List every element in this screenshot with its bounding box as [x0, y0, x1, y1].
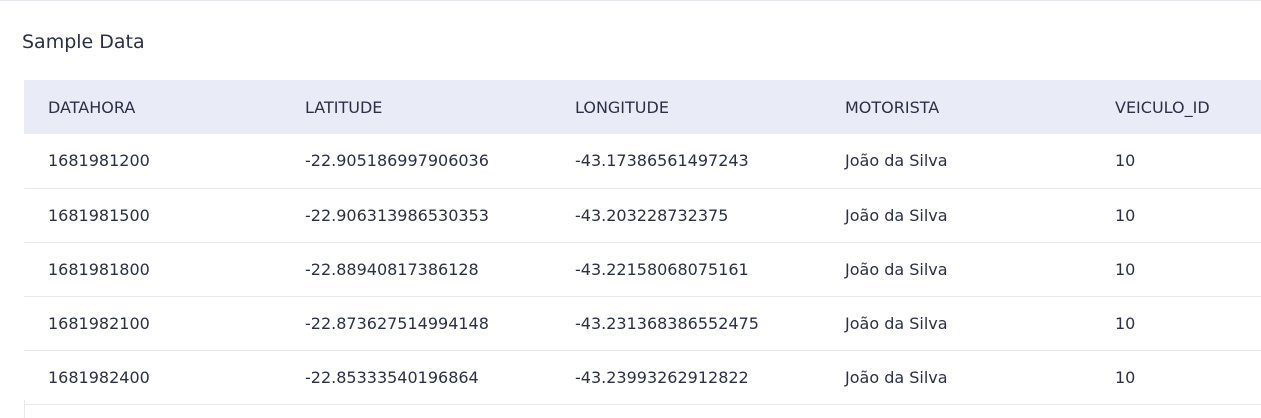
column-header-longitude[interactable]: LONGITUDE	[551, 80, 821, 134]
table-cell: 10	[1115, 205, 1136, 225]
table-cell: -22.88940817386128	[305, 259, 479, 279]
table-cell: -22.85333540196864	[305, 367, 479, 387]
table-cell: 1681982100	[48, 313, 150, 333]
table-cell: -22.905186997906036	[305, 151, 489, 171]
table-row: 1681982100 -22.873627514994148 -43.23136…	[24, 296, 1261, 350]
table-cell: João da Silva	[845, 205, 948, 225]
table-cell: -43.22158068075161	[575, 259, 749, 279]
table-header-row: DATAHORA LATITUDE LONGITUDE MOTORISTA VE…	[24, 80, 1261, 134]
table-row: 1681981200 -22.905186997906036 -43.17386…	[24, 134, 1261, 188]
table-cell: 1681981800	[48, 259, 150, 279]
table-row: 1681981500 -22.906313986530353 -43.20322…	[24, 188, 1261, 242]
column-header-veiculo-id[interactable]: VEICULO_ID	[1091, 80, 1261, 134]
table-cell: 1681982400	[48, 367, 150, 387]
table-cell: 10	[1115, 151, 1136, 171]
table-cell: João da Silva	[845, 151, 948, 171]
table-cell: 10	[1115, 367, 1136, 387]
sample-data-table: DATAHORA LATITUDE LONGITUDE MOTORISTA VE…	[24, 80, 1261, 405]
table-cell: João da Silva	[845, 259, 948, 279]
sample-data-table-container: DATAHORA LATITUDE LONGITUDE MOTORISTA VE…	[24, 80, 1261, 418]
table-cell: 1681981200	[48, 151, 150, 171]
column-header-latitude[interactable]: LATITUDE	[281, 80, 551, 134]
section-title: Sample Data	[22, 31, 145, 53]
table-cell: João da Silva	[845, 313, 948, 333]
table-cell: 10	[1115, 259, 1136, 279]
table-left-edge	[24, 400, 25, 418]
table-cell: João da Silva	[845, 367, 948, 387]
table-row: 1681981800 -22.88940817386128 -43.221580…	[24, 242, 1261, 296]
column-header-datahora[interactable]: DATAHORA	[24, 80, 281, 134]
table-cell: -22.873627514994148	[305, 313, 489, 333]
table-cell: -43.231368386552475	[575, 313, 759, 333]
table-cell: -22.906313986530353	[305, 205, 489, 225]
table-cell: -43.23993262912822	[575, 367, 749, 387]
table-cell: -43.203228732375	[575, 205, 729, 225]
table-row: 1681982400 -22.85333540196864 -43.239932…	[24, 350, 1261, 404]
column-header-motorista[interactable]: MOTORISTA	[821, 80, 1091, 134]
top-divider	[0, 0, 1261, 1]
table-cell: 10	[1115, 313, 1136, 333]
table-cell: -43.17386561497243	[575, 151, 749, 171]
table-cell: 1681981500	[48, 205, 150, 225]
